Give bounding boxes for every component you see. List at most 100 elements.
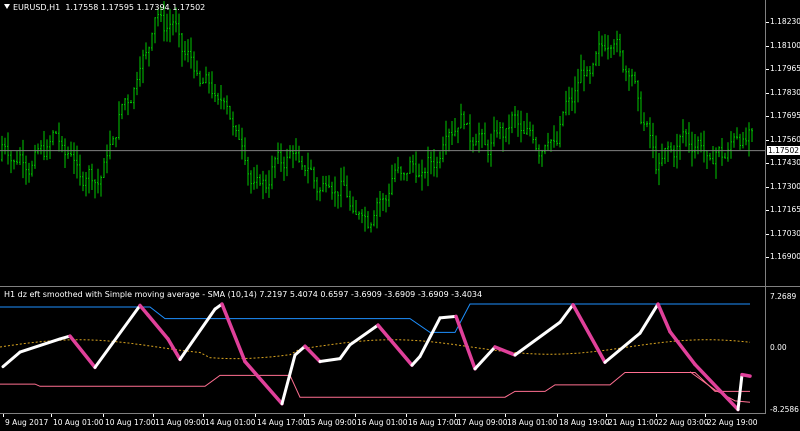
price-bar [709,152,711,161]
price-bar [82,171,84,192]
price-bar [661,143,663,167]
price-tick [766,186,769,188]
price-bar [358,211,360,220]
price-bar [505,128,507,143]
oscillator-up-segment [558,303,575,324]
price-bar [349,190,351,211]
dropdown-arrow-icon[interactable] [4,4,10,9]
price-bar [220,85,222,110]
price-bar [436,156,438,178]
time-tick [505,414,506,417]
price-bar [694,134,696,159]
price-bar [715,147,717,179]
price-bar [625,65,627,82]
price-bar [58,122,60,152]
price-bar [337,191,339,209]
price-bar [475,133,477,146]
price-bar [622,50,624,73]
price-bar [193,51,195,79]
price-bar [319,187,321,202]
price-bar [106,144,108,174]
price-bar [736,127,738,140]
lower-band-line [0,371,750,398]
oscillator-down-segment [303,344,322,364]
time-tick-label: 22 Aug 03:00 [658,418,709,427]
oscillator-up-segment [178,307,217,361]
price-bar [706,150,708,169]
oscillator-down-segment [454,314,477,371]
price-bar [331,181,333,200]
price-bar [250,170,252,194]
price-bar [427,146,429,187]
price-bar [118,101,120,140]
price-bar [262,170,264,200]
price-bar [514,106,516,128]
indicator-chart[interactable] [0,287,766,414]
oscillator-down-segment [740,372,752,378]
time-tick [355,414,356,417]
price-bar [469,114,471,151]
price-bar [343,166,345,186]
oscillator-up-segment [638,302,660,335]
price-bar [208,71,210,94]
price-bar [565,90,567,116]
price-bar [64,138,66,169]
price-bar [232,111,234,136]
price-bar [94,179,96,199]
price-bar [595,51,597,67]
indicator-tick-label: 0.00 [770,343,787,352]
price-bar [22,139,24,179]
price-bar [607,35,609,60]
price-bar [154,17,156,44]
time-tick [153,414,154,417]
oscillator-down-segment [493,345,517,357]
price-bar [226,95,228,115]
price-bar [307,152,309,184]
price-bar [169,8,171,43]
price-bar [85,171,87,197]
price-bar [574,76,576,114]
time-tick [656,414,657,417]
price-bar [613,39,615,55]
price-bar [616,30,618,53]
current-price-label: 1.17502 [767,146,800,156]
price-bar [733,133,735,148]
price-bar [679,134,681,160]
oscillator-up-segment [438,314,458,320]
time-tick [557,414,558,417]
price-bar [310,159,312,171]
price-bar [34,144,36,169]
price-bar [13,159,15,170]
price-bar [460,103,462,129]
price-bar [727,142,729,162]
time-tick-label: 9 Aug 2017 [5,418,49,427]
price-bar [301,155,303,170]
price-bar [577,68,579,103]
price-bar [367,211,369,229]
oscillator-up-segment [338,343,352,361]
price-bar [415,151,417,183]
price-chart-canvas [0,1,766,233]
time-tick [455,414,456,417]
price-bar [403,172,405,181]
price-bar [559,115,561,148]
price-bar [121,103,123,120]
price-bar [718,146,720,158]
price-bar [568,86,570,116]
price-bar [151,32,153,51]
price-bar [16,150,18,165]
price-bar [340,167,342,208]
time-tick-label: 18 Aug 01:00 [507,418,558,427]
price-bar [148,46,150,67]
price-bar [376,197,378,229]
price-chart[interactable] [0,0,766,286]
price-bar [421,159,423,191]
price-bar [235,125,237,137]
price-tick [766,139,769,141]
price-bar [682,119,684,144]
price-bar [133,87,135,110]
oscillator-up-segment [603,331,642,364]
price-bar [520,110,522,143]
price-bar [25,155,27,185]
time-tick [51,414,52,417]
